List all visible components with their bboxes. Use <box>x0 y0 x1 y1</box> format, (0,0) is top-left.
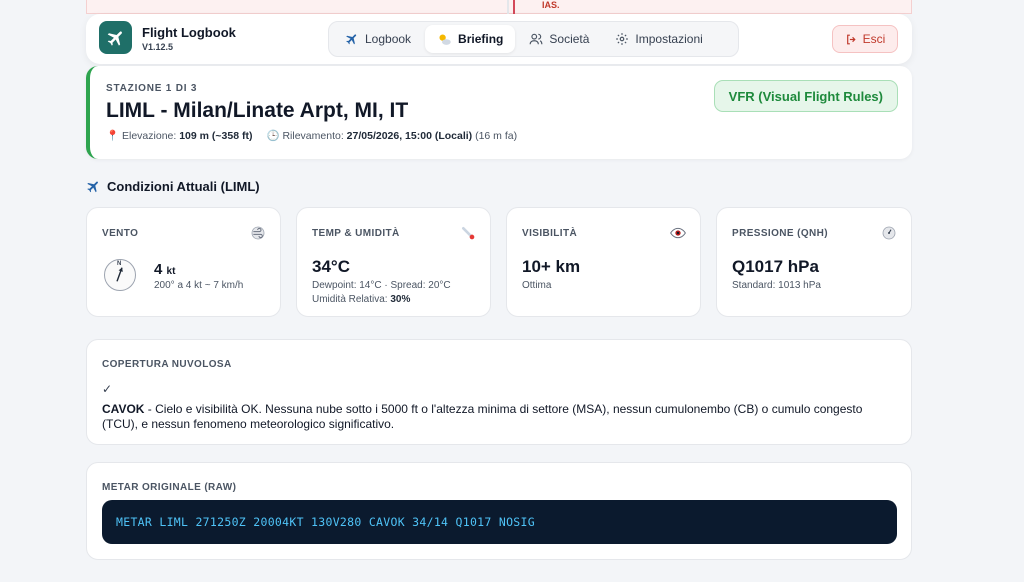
elevation-info: 📍 Elevazione: 109 m (~358 ft) <box>106 129 252 142</box>
gauge-icon <box>882 226 896 240</box>
plane-logo-icon <box>107 30 122 46</box>
main-nav: Logbook Briefing Società Impostazioni <box>328 21 739 57</box>
background-alert-panel: IAS. <box>86 0 912 14</box>
humidity-value: 30% <box>390 294 411 305</box>
observed-ago: (16 m fa) <box>475 130 518 142</box>
tab-impostazioni[interactable]: Impostazioni <box>603 25 714 53</box>
wind-speed-unit: kt <box>166 266 176 277</box>
metar-card: METAR ORIGINALE (RAW) METAR LIML 271250Z… <box>86 462 912 560</box>
observed-label: Rilevamento: <box>282 130 344 142</box>
pin-icon: 📍 <box>106 130 120 142</box>
cloud-coverage-card: COPERTURA NUVOLOSA ✓ CAVOK - Cielo e vis… <box>86 339 912 445</box>
panel-divider <box>507 0 509 14</box>
clock-icon: 🕒 <box>266 130 280 142</box>
cavok-code: CAVOK <box>102 402 145 416</box>
background-alert-text: IAS. <box>542 0 560 10</box>
tab-societa-label: Società <box>549 32 590 46</box>
current-conditions-heading: Condizioni Attuali (LIML) <box>86 179 260 194</box>
plane-icon <box>87 181 98 193</box>
temperature-card: TEMP & UMIDITÀ 34°C Dewpoint: 14°C · Spr… <box>296 207 491 317</box>
visibility-label: VISIBILITÀ <box>522 228 578 239</box>
tab-societa[interactable]: Società <box>517 25 601 53</box>
tab-logbook-label: Logbook <box>365 32 412 46</box>
wind-detail: 200° a 4 kt ~ 7 km/h <box>154 280 244 291</box>
logout-button[interactable]: Esci <box>832 25 898 53</box>
logout-icon <box>846 34 856 44</box>
metar-raw-text[interactable]: METAR LIML 271250Z 20004KT 130V280 CAVOK… <box>102 500 897 544</box>
station-meta: 📍 Elevazione: 109 m (~358 ft) 🕒 Rilevame… <box>106 129 517 142</box>
plane-icon <box>346 34 357 45</box>
tab-impostazioni-label: Impostazioni <box>635 32 703 46</box>
visibility-card: VISIBILITÀ 10+ km Ottima <box>506 207 701 317</box>
wind-speed: 4 kt <box>154 261 175 278</box>
app-logo[interactable] <box>99 21 132 54</box>
app-version: V1.12.5 <box>142 42 174 52</box>
eye-icon <box>670 227 686 239</box>
pressure-value: Q1017 hPa <box>732 257 819 276</box>
station-name: LIML - Milan/Linate Arpt, MI, IT <box>106 99 409 122</box>
temperature-value: 34°C <box>312 257 350 276</box>
visibility-value: 10+ km <box>522 257 581 276</box>
wind-speed-value: 4 <box>154 261 163 278</box>
wind-card: VENTO N 4 kt 200° a 4 kt ~ 7 km/h <box>86 207 281 317</box>
station-card: STAZIONE 1 DI 3 LIML - Milan/Linate Arpt… <box>86 66 912 159</box>
pressure-detail: Standard: 1013 hPa <box>732 280 821 291</box>
metar-label: METAR ORIGINALE (RAW) <box>102 482 237 493</box>
elevation-value: 109 m (~358 ft) <box>179 130 253 142</box>
cloud-coverage-text: CAVOK - Cielo e visibilità OK. Nessuna n… <box>102 402 892 432</box>
logout-label: Esci <box>862 32 886 46</box>
app-header: Flight Logbook V1.12.5 Logbook Briefing … <box>86 14 912 64</box>
wind-compass: N <box>104 259 136 291</box>
dewpoint-spread: Dewpoint: 14°C · Spread: 20°C <box>312 280 451 291</box>
section-title: Condizioni Attuali (LIML) <box>107 179 260 194</box>
elevation-label: Elevazione: <box>122 130 177 142</box>
gear-icon <box>616 33 629 45</box>
visibility-detail: Ottima <box>522 280 552 291</box>
observation-info: 🕒 Rilevamento: 27/05/2026, 15:00 (Locali… <box>266 129 517 142</box>
tab-briefing-label: Briefing <box>458 32 504 46</box>
pressure-card: PRESSIONE (QNH) Q1017 hPa Standard: 1013… <box>716 207 912 317</box>
panel-accent-bar <box>513 0 515 14</box>
users-icon <box>529 33 543 45</box>
flight-rules-badge: VFR (Visual Flight Rules) <box>713 80 898 112</box>
humidity-row: Umidità Relativa: 30% <box>312 293 451 307</box>
observed-value: 27/05/2026, 15:00 (Locali) <box>346 130 473 142</box>
wind-label: VENTO <box>102 228 139 239</box>
pressure-label: PRESSIONE (QNH) <box>732 228 829 239</box>
cloud-coverage-label: COPERTURA NUVOLOSA <box>102 359 232 370</box>
wind-arrow-icon <box>116 267 123 282</box>
temperature-detail: Dewpoint: 14°C · Spread: 20°C Umidità Re… <box>312 279 451 307</box>
sun-cloud-icon <box>439 34 451 45</box>
humidity-label: Umidità Relativa: <box>312 294 388 305</box>
app-title: Flight Logbook <box>142 25 236 40</box>
thermometer-icon <box>462 227 475 240</box>
cavok-description: - Cielo e visibilità OK. Nessuna nube so… <box>102 402 863 431</box>
check-icon: ✓ <box>102 382 113 396</box>
tab-logbook[interactable]: Logbook <box>333 25 423 53</box>
station-counter: STAZIONE 1 DI 3 <box>106 83 198 94</box>
tab-briefing[interactable]: Briefing <box>425 25 516 53</box>
wind-icon <box>251 226 265 240</box>
temperature-label: TEMP & UMIDITÀ <box>312 228 400 239</box>
